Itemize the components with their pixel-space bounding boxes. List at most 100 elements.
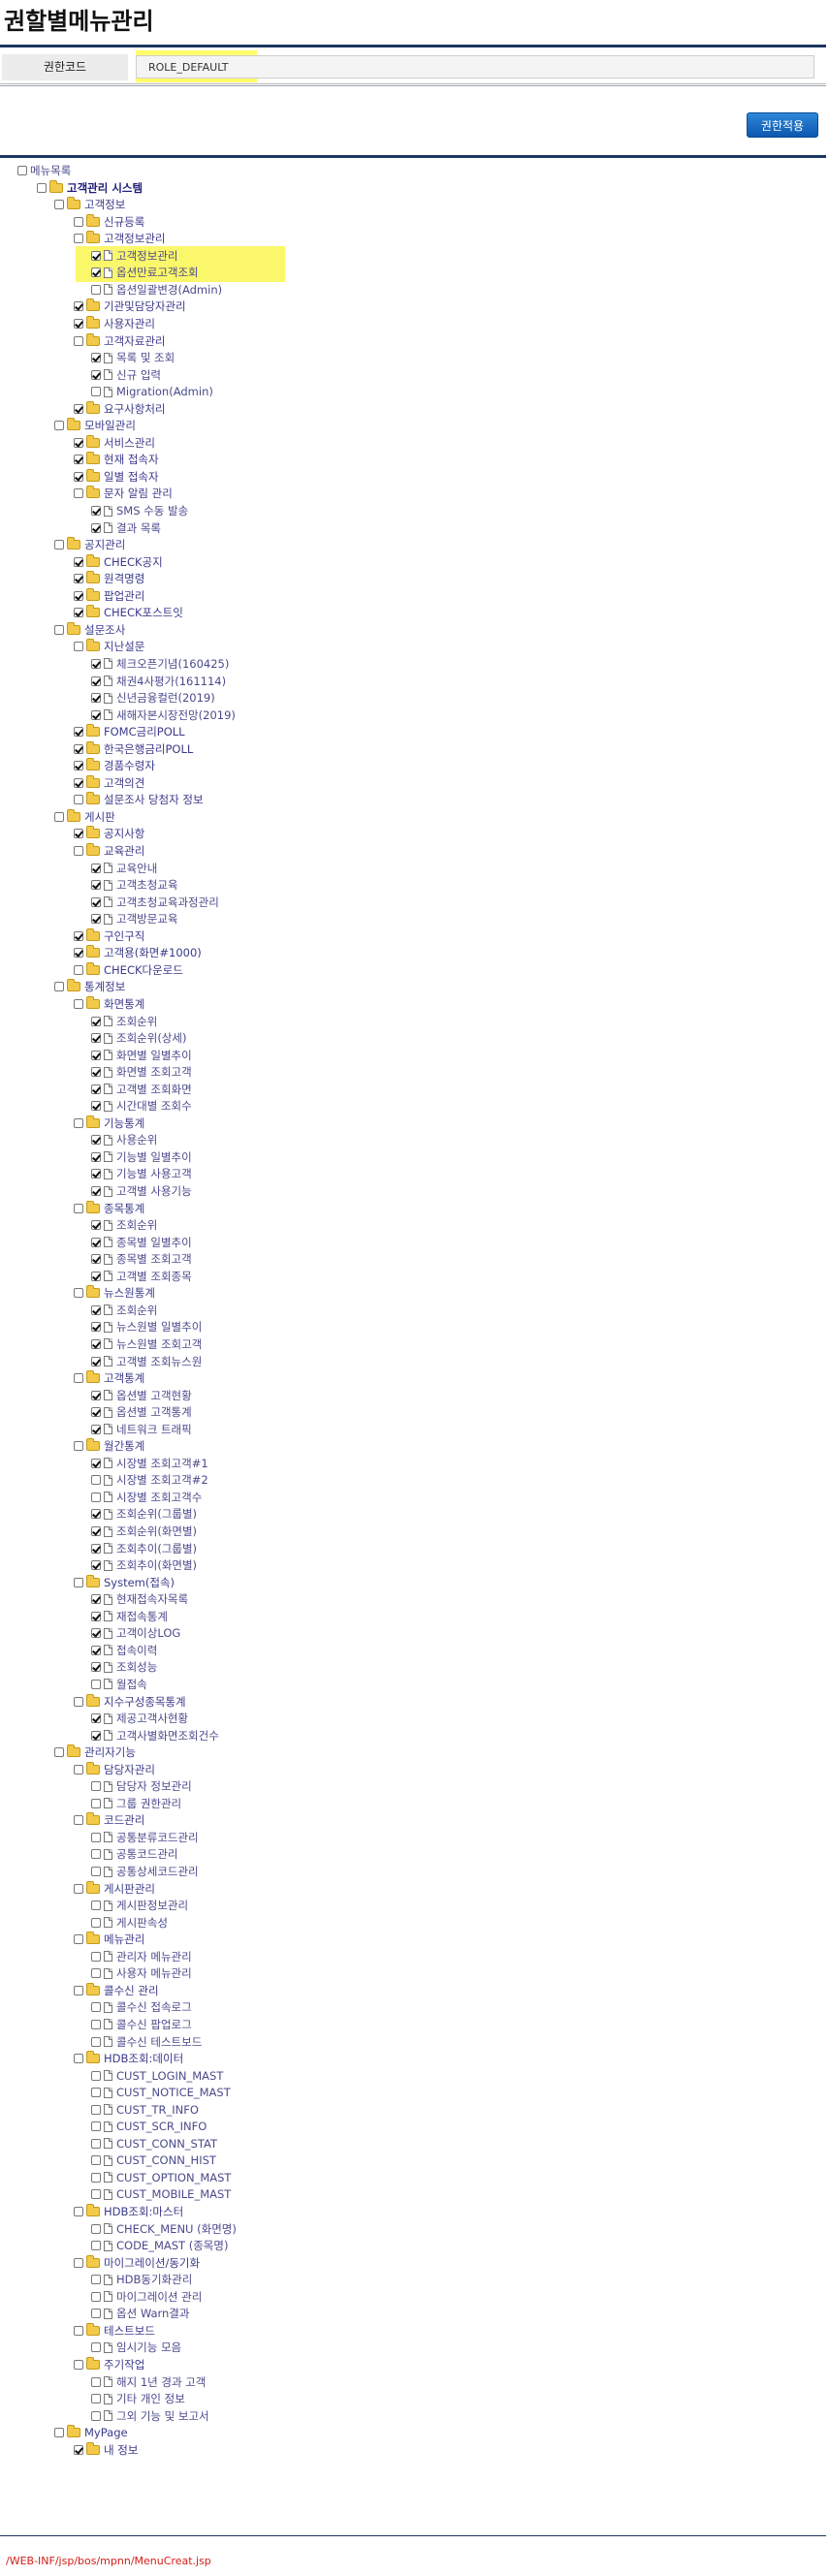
tree-node[interactable]: 조회순위	[91, 1217, 157, 1233]
tree-checkbox[interactable]	[74, 1985, 83, 1995]
tree-node[interactable]: 고객초청교육	[91, 877, 177, 893]
tree-node[interactable]: 메뉴목록	[17, 163, 71, 178]
tree-node[interactable]: 화면별 조회고객	[91, 1064, 192, 1080]
tree-node[interactable]: CUST_SCR_INFO	[91, 2119, 207, 2134]
tree-checkbox[interactable]	[91, 1526, 101, 1536]
tree-node[interactable]: 시장별 조회고객수	[91, 1490, 202, 1505]
tree-checkbox[interactable]	[91, 880, 101, 891]
tree-checkbox[interactable]	[91, 2376, 101, 2387]
tree-checkbox[interactable]	[54, 811, 64, 822]
tree-node[interactable]: 고객별 조회뉴스원	[91, 1354, 202, 1369]
tree-node[interactable]: 마이그레이션/동기화	[74, 2254, 200, 2271]
tree-node[interactable]: 내 정보	[74, 2441, 138, 2458]
tree-node[interactable]: 사용자관리	[74, 315, 155, 331]
tree-node[interactable]: 새해자본시장전망(2019)	[91, 707, 236, 723]
tree-checkbox[interactable]	[74, 642, 83, 652]
tree-node[interactable]: 고객자료관리	[74, 332, 165, 349]
tree-checkbox[interactable]	[91, 353, 101, 363]
tree-node[interactable]: 종목별 조회고객	[91, 1251, 192, 1267]
tree-node[interactable]: 현재 접속자	[74, 452, 159, 467]
tree-checkbox[interactable]	[91, 1781, 101, 1792]
tree-node[interactable]: 지난설문	[74, 639, 144, 654]
tree-node[interactable]: SMS 수동 발송	[91, 503, 188, 518]
tree-checkbox[interactable]	[91, 1458, 101, 1468]
tree-node[interactable]: 구인구직	[74, 927, 144, 944]
tree-node[interactable]: 제공고객사현황	[91, 1711, 188, 1726]
tree-checkbox[interactable]	[54, 982, 64, 992]
tree-checkbox[interactable]	[74, 1117, 83, 1128]
tree-checkbox[interactable]	[74, 1441, 83, 1452]
tree-node[interactable]: FOMC금리POLL	[74, 724, 185, 739]
tree-node[interactable]: 일별 접속자	[74, 468, 159, 485]
tree-checkbox[interactable]	[91, 1322, 101, 1333]
tree-node[interactable]: 월간통계	[74, 1438, 144, 1454]
tree-node[interactable]: 접속이력	[91, 1643, 157, 1658]
tree-checkbox[interactable]	[74, 455, 83, 465]
tree-node[interactable]: 그룹 권한관리	[91, 1796, 181, 1811]
tree-node[interactable]: 채권4사평가(161114)	[91, 674, 226, 689]
tree-checkbox[interactable]	[91, 1492, 101, 1502]
tree-checkbox[interactable]	[91, 1237, 101, 1247]
tree-node[interactable]: 서비스관리	[74, 434, 155, 451]
tree-checkbox[interactable]	[74, 335, 83, 346]
tree-checkbox[interactable]	[74, 488, 83, 499]
tree-checkbox[interactable]	[74, 234, 83, 244]
tree-checkbox[interactable]	[91, 2172, 101, 2183]
tree-checkbox[interactable]	[74, 590, 83, 601]
tree-checkbox[interactable]	[91, 1101, 101, 1112]
tree-node[interactable]: 기관및담당자관리	[74, 298, 186, 314]
tree-checkbox[interactable]	[91, 1151, 101, 1162]
tree-node[interactable]: 게시판속성	[91, 1915, 168, 1931]
tree-checkbox[interactable]	[91, 896, 101, 907]
tree-checkbox[interactable]	[74, 2054, 83, 2064]
tree-node[interactable]: HDB조회:데이터	[74, 2051, 183, 2066]
tree-node[interactable]: 조회순위	[91, 1303, 157, 1318]
tree-node[interactable]: 옵션만료고객조회	[91, 265, 199, 280]
tree-checkbox[interactable]	[91, 2275, 101, 2285]
tree-node[interactable]: 현재접속자목록	[91, 1591, 188, 1607]
tree-checkbox[interactable]	[91, 1084, 101, 1094]
tree-checkbox[interactable]	[91, 2088, 101, 2098]
tree-checkbox[interactable]	[91, 369, 101, 380]
tree-checkbox[interactable]	[91, 1050, 101, 1060]
tree-checkbox[interactable]	[74, 777, 83, 788]
tree-node[interactable]: 조회순위(화면별)	[91, 1524, 197, 1539]
tree-node[interactable]: CODE_MAST (종목명)	[91, 2238, 228, 2253]
tree-node[interactable]: 코드관리	[74, 1812, 144, 1828]
tree-node[interactable]: 고객별 조회종목	[91, 1269, 192, 1284]
tree-checkbox[interactable]	[91, 250, 101, 261]
tree-checkbox[interactable]	[54, 2428, 64, 2438]
tree-checkbox[interactable]	[91, 1917, 101, 1928]
tree-node[interactable]: CUST_OPTION_MAST	[91, 2170, 231, 2185]
tree-node[interactable]: 고객별 조회화면	[91, 1082, 192, 1097]
tree-node[interactable]: 사용자 메뉴관리	[91, 1965, 192, 1981]
tree-node[interactable]: 기타 개인 정보	[91, 2391, 185, 2406]
tree-node[interactable]: 고객용(화면#1000)	[74, 945, 202, 960]
tree-checkbox[interactable]	[17, 166, 27, 175]
tree-node[interactable]: 종목별 일별추이	[91, 1235, 192, 1250]
tree-checkbox[interactable]	[54, 624, 64, 635]
tree-checkbox[interactable]	[91, 1016, 101, 1026]
tree-node[interactable]: 시장별 조회고객#2	[91, 1472, 208, 1488]
tree-node[interactable]: 공통코드관리	[91, 1846, 177, 1862]
tree-checkbox[interactable]	[91, 387, 101, 397]
tree-node[interactable]: 해지 1년 경과 고객	[91, 2374, 206, 2390]
tree-node[interactable]: 공통분류코드관리	[91, 1830, 199, 1845]
tree-node[interactable]: CUST_CONN_HIST	[91, 2152, 216, 2168]
tree-node[interactable]: CHECK_MENU (화면명)	[91, 2221, 237, 2237]
tree-node[interactable]: System(접속)	[74, 1574, 175, 1590]
tree-checkbox[interactable]	[74, 727, 83, 738]
tree-node[interactable]: 월접속	[91, 1677, 147, 1692]
tree-checkbox[interactable]	[74, 998, 83, 1009]
tree-checkbox[interactable]	[74, 1883, 83, 1894]
tree-checkbox[interactable]	[91, 1169, 101, 1179]
tree-node[interactable]: 시간대별 조회수	[91, 1098, 192, 1114]
tree-checkbox[interactable]	[74, 608, 83, 618]
tree-checkbox[interactable]	[74, 471, 83, 482]
tree-checkbox[interactable]	[91, 2394, 101, 2404]
tree-checkbox[interactable]	[91, 1475, 101, 1486]
tree-checkbox[interactable]	[74, 216, 83, 227]
tree-checkbox[interactable]	[91, 2070, 101, 2081]
tree-node[interactable]: 지수구성종목통계	[74, 1693, 186, 1710]
tree-node[interactable]: CHECK공지	[74, 553, 163, 570]
